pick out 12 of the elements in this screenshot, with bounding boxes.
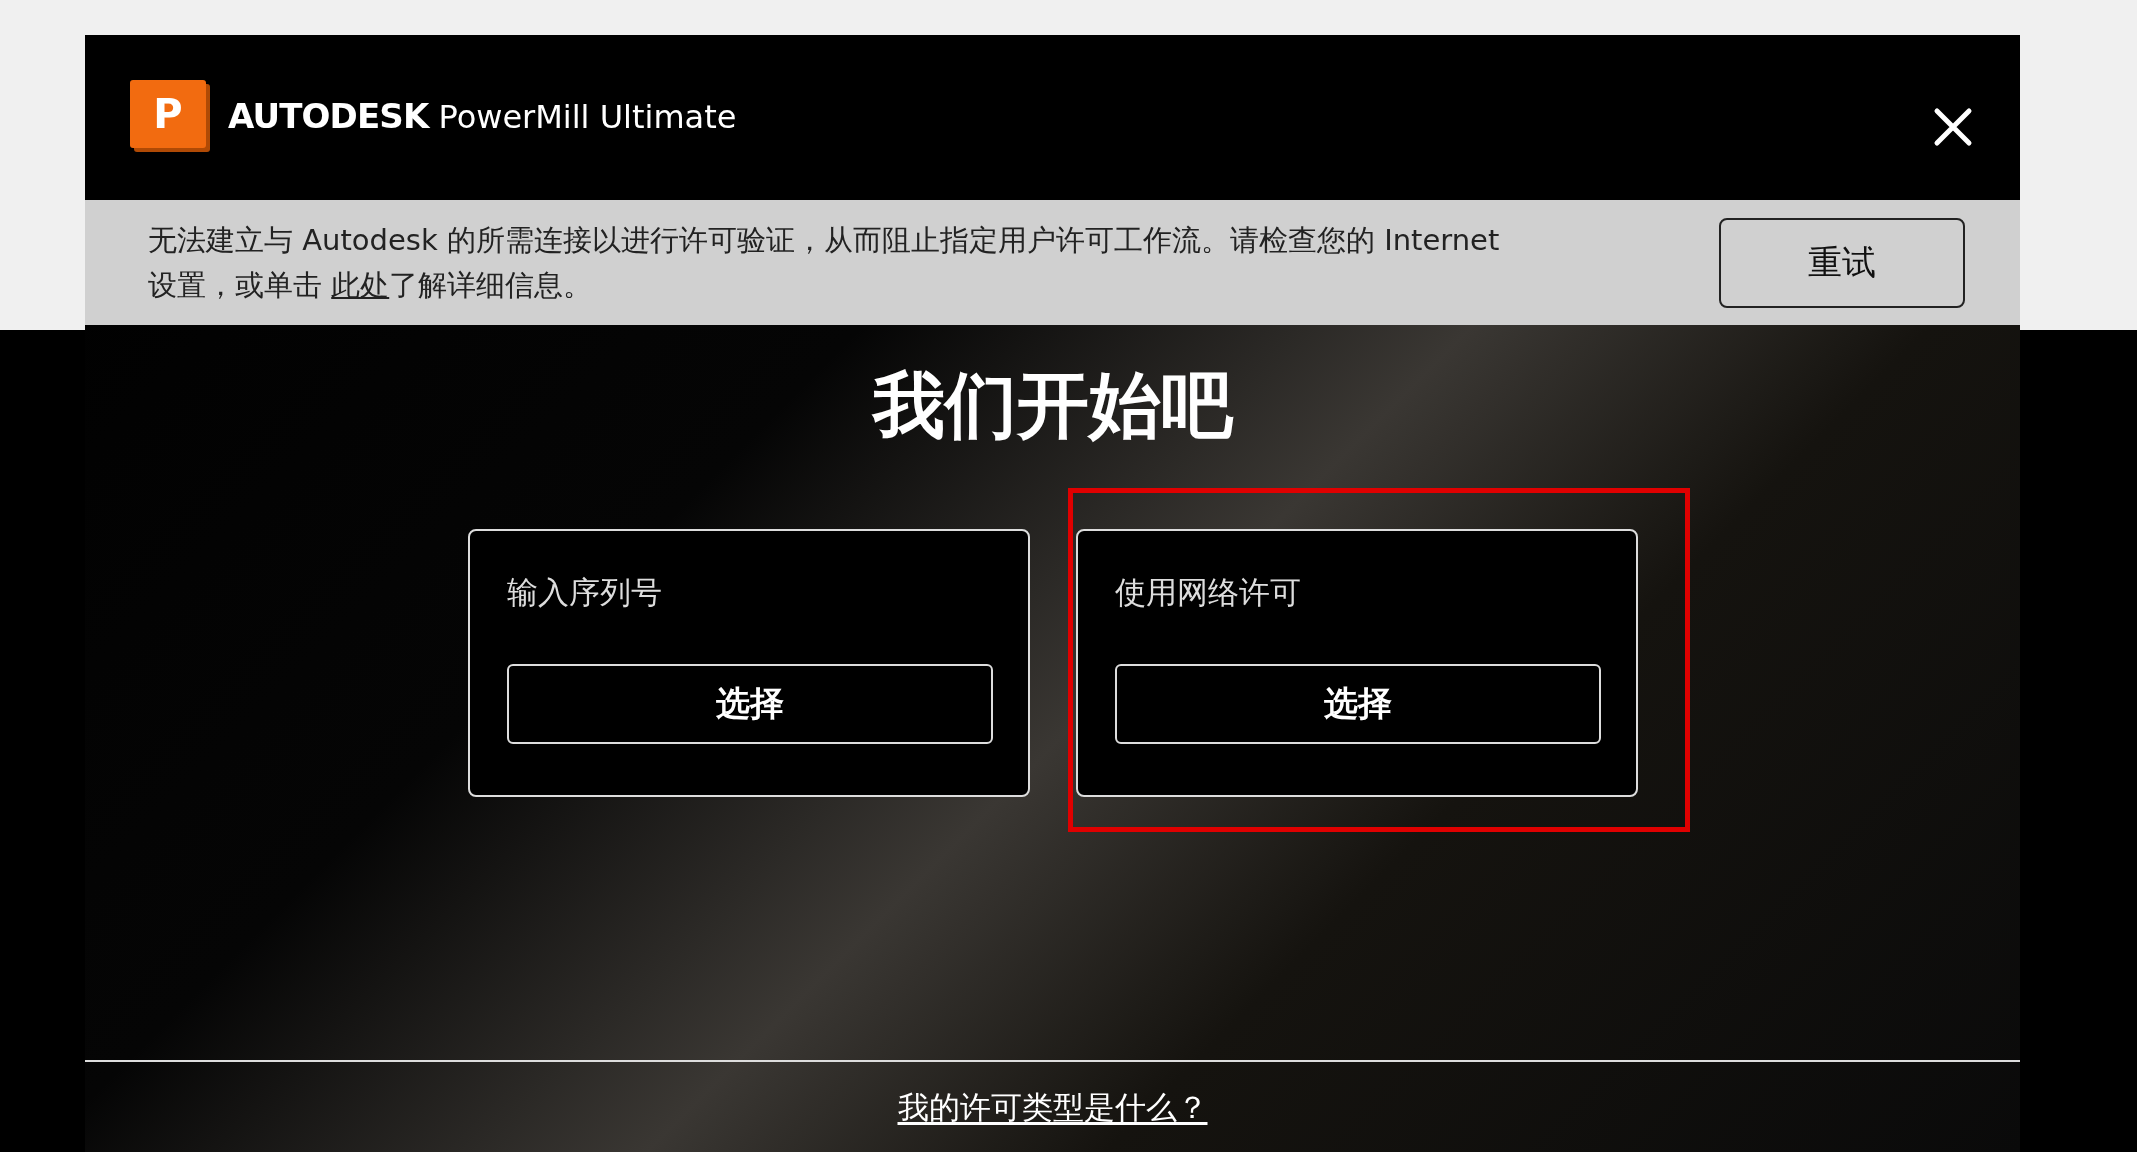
brand-name: AUTODESK <box>228 94 429 138</box>
select-button[interactable]: 选择 <box>1114 663 1601 744</box>
option-label: 输入序列号 <box>506 573 663 612</box>
license-type-help-link[interactable]: 我的许可类型是什么？ <box>897 1083 1208 1131</box>
retry-button[interactable]: 重试 <box>1719 217 1965 308</box>
details-link[interactable]: 此处 <box>331 267 390 302</box>
select-button[interactable]: 选择 <box>506 663 993 744</box>
product-name: PowerMill Ultimate <box>438 96 737 138</box>
connection-warning-message: 无法建立与 Autodesk 的所需连接以进行许可验证，从而阻止指定用户许可工作流。请检查您的 Internet 设置，或单击 此处了解详细信息。 <box>148 221 1501 304</box>
close-icon <box>1933 107 1973 147</box>
option-label: 使用网络许可 <box>1114 573 1302 612</box>
page-title: 我们开始吧 <box>872 361 1233 449</box>
